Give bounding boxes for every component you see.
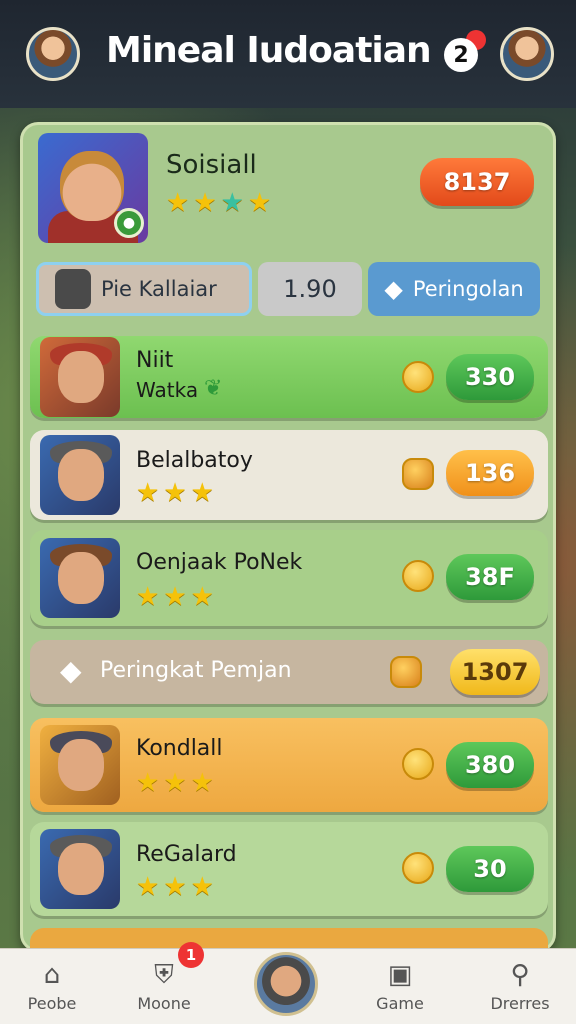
section-title: Peringkat Pemjan: [100, 658, 292, 683]
hero-score-pill[interactable]: 8137: [420, 158, 534, 206]
tab-label: Pie Kallaiar: [101, 277, 217, 301]
star-icon: ★: [136, 582, 160, 612]
list-item[interactable]: ◆ Peringkat Pemjan 1307: [30, 640, 548, 704]
hero-name: Soisiall: [166, 150, 257, 180]
tab-peringolan[interactable]: ◆ Peringolan: [368, 262, 540, 316]
nav-label: Moone: [137, 993, 191, 1013]
player-name: Belalbatoy: [136, 448, 253, 473]
leaf-badge-icon: ●: [114, 208, 144, 238]
gold-badge-icon: [390, 656, 422, 688]
player-stars: ★ ★ ★: [136, 770, 214, 796]
value-pill[interactable]: 380: [446, 742, 534, 788]
star-icon: ★: [136, 872, 160, 902]
tab-pie-kallaiar[interactable]: Pie Kallaiar: [36, 262, 252, 316]
top-bar: Mineal Iudoatian 2: [0, 0, 576, 108]
star-icon: ★: [190, 768, 214, 798]
player-name: Oenjaak PoNek: [136, 550, 303, 575]
game-icon: ▣: [387, 959, 413, 990]
value-pill[interactable]: 136: [446, 450, 534, 496]
coin-icon: [402, 560, 434, 592]
player-name: Niit: [136, 348, 174, 373]
list-item[interactable]: ReGalard ★ ★ ★ 30: [30, 822, 548, 916]
star-icon: ★: [220, 188, 244, 218]
star-icon: ★: [247, 188, 272, 218]
list-item[interactable]: Belalbatoy ★ ★ ★ 136: [30, 430, 548, 520]
star-icon: ★: [163, 872, 187, 902]
diamond-icon: ◆: [384, 275, 403, 303]
tab-label: Peringolan: [412, 277, 524, 301]
star-icon: ★: [190, 582, 214, 612]
player-stars: ★ ★ ★: [136, 874, 214, 900]
star-icon: ★: [190, 872, 214, 902]
nav-drerres[interactable]: ⚲ Drerres: [470, 949, 570, 1024]
star-icon: ★: [190, 478, 214, 508]
player-stars: ★ ★ ★: [136, 584, 214, 610]
list-item[interactable]: Niit Watka ❦ 330: [30, 336, 548, 418]
tab-score[interactable]: 1.90: [258, 262, 362, 316]
hooded-figure-icon: [55, 269, 91, 309]
player-portrait: [40, 829, 120, 909]
nav-badge: 1: [178, 942, 204, 968]
player-avatar[interactable]: [26, 27, 80, 81]
page-title: Mineal Iudoatian: [106, 30, 432, 71]
coin-icon: [402, 852, 434, 884]
diamond-icon: ◆: [60, 654, 82, 687]
nav-label: Drerres: [490, 993, 550, 1013]
star-icon: ★: [136, 478, 160, 508]
nav-avatar[interactable]: [254, 952, 318, 1016]
star-icon: ★: [136, 768, 160, 798]
hero-stars: ★ ★ ★ ★: [166, 190, 271, 216]
player-portrait: [40, 435, 120, 515]
star-icon: ★: [163, 582, 187, 612]
shield-icon: ⛨: [154, 959, 174, 990]
profile-avatar[interactable]: [500, 27, 554, 81]
coin-icon: [402, 748, 434, 780]
nav-label: Game: [376, 993, 424, 1013]
star-icon: ★: [193, 188, 217, 218]
player-subtitle: Watka: [136, 378, 199, 402]
player-name: Kondlall: [136, 736, 223, 761]
player-stars: ★ ★ ★: [136, 480, 214, 506]
nav-game[interactable]: ▣ Game: [350, 949, 450, 1024]
value-pill[interactable]: 30: [446, 846, 534, 892]
leaf-icon: ❦: [204, 376, 223, 401]
home-icon: ⌂: [43, 959, 61, 990]
player-portrait: [40, 337, 120, 417]
star-icon: ★: [166, 188, 190, 218]
gold-badge-icon: [402, 458, 434, 490]
nav-peobe[interactable]: ⌂ Peobe: [2, 949, 102, 1024]
list-item[interactable]: Kondlall ★ ★ ★ 380: [30, 718, 548, 812]
player-portrait: [40, 538, 120, 618]
value-pill[interactable]: 330: [446, 354, 534, 400]
player-portrait: [40, 725, 120, 805]
value-pill[interactable]: 38F: [446, 554, 534, 600]
list-item[interactable]: Oenjaak PoNek ★ ★ ★ 38F: [30, 530, 548, 626]
nav-label: Peobe: [27, 993, 77, 1013]
value-pill[interactable]: 1307: [450, 649, 540, 695]
search-icon: ⚲: [510, 959, 530, 990]
coin-icon: [402, 361, 434, 393]
star-icon: ★: [163, 478, 187, 508]
star-icon: ★: [163, 768, 187, 798]
player-name: ReGalard: [136, 842, 237, 867]
notification-badge[interactable]: 2: [444, 38, 478, 72]
